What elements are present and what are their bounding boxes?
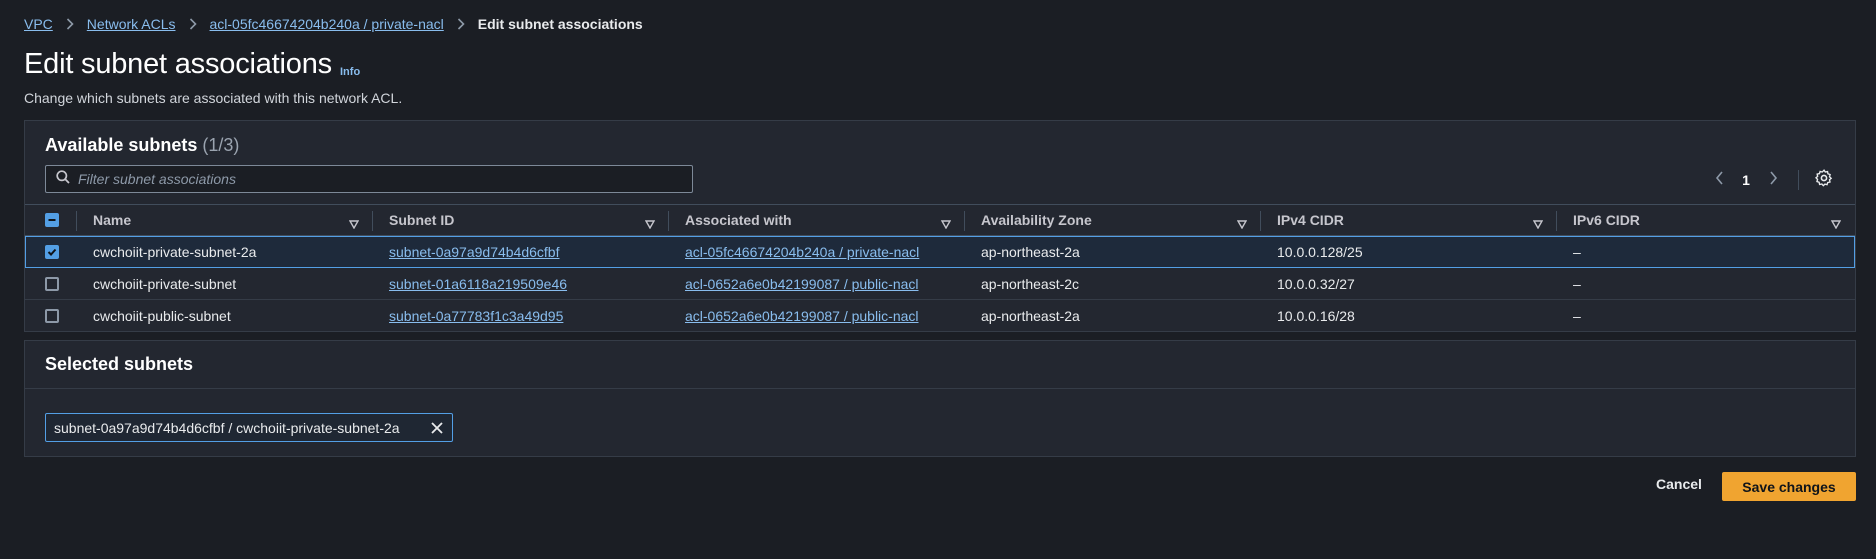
ipv6-cidr: – [1573,308,1581,324]
table-row[interactable]: cwchoiit-private-subnet-2a subnet-0a97a9… [25,236,1855,268]
column-header-label: IPv6 CIDR [1573,212,1640,228]
pagination: 1 [1706,168,1835,192]
row-checkbox[interactable] [45,309,59,323]
cancel-button[interactable]: Cancel [1656,476,1702,492]
filter-subnets-input[interactable] [78,171,692,187]
pager-divider [1798,170,1799,190]
remove-token-button[interactable] [430,421,444,435]
selected-subnet-token: subnet-0a97a9d74b4d6cfbf / cwchoiit-priv… [45,413,453,442]
table-row[interactable]: cwchoiit-public-subnet subnet-0a77783f1c… [25,300,1855,332]
associated-acl-link[interactable]: acl-0652a6e0b42199087 / public-nacl [685,276,919,292]
column-header-associated-with[interactable]: Associated with [669,205,965,235]
save-changes-button[interactable]: Save changes [1722,472,1856,501]
row-select-cell [25,268,77,299]
availability-zone: ap-northeast-2a [981,243,1080,260]
sort-caret-icon [1830,216,1842,232]
breadcrumb-network-acls-link[interactable]: Network ACLs [87,16,176,32]
chevron-right-icon [457,18,465,30]
sort-caret-icon [1236,216,1248,232]
row-select-cell [25,236,77,267]
subnet-id-link[interactable]: subnet-0a77783f1c3a49d95 [389,308,563,324]
info-link[interactable]: Info [340,66,360,78]
breadcrumb-vpc-link[interactable]: VPC [24,16,53,32]
subnet-id-link[interactable]: subnet-01a6118a219509e46 [389,276,567,292]
subnet-name: cwchoiit-private-subnet [93,275,237,292]
column-header-label: Subnet ID [389,212,455,228]
current-page-number[interactable]: 1 [1732,172,1760,188]
column-header-label: Associated with [685,212,792,228]
ipv4-cidr: 10.0.0.32/27 [1277,275,1355,292]
sort-caret-icon [644,216,656,232]
sort-caret-icon [348,216,360,232]
gear-icon [1814,168,1833,192]
column-header-ipv6-cidr[interactable]: IPv6 CIDR [1557,205,1855,235]
column-header-label: Name [93,212,132,228]
subnet-name: cwchoiit-public-subnet [93,308,231,324]
sort-caret-icon [1532,216,1544,232]
breadcrumb-acl-link[interactable]: acl-05fc46674204b240a / private-nacl [210,16,444,32]
chevron-right-icon [189,18,197,30]
column-header-name[interactable]: Name [77,205,373,235]
column-header-label: Availability Zone [981,212,1092,228]
ipv4-cidr: 10.0.0.128/25 [1277,243,1363,260]
row-select-cell [25,300,77,332]
column-header-availability-zone[interactable]: Availability Zone [965,205,1261,235]
column-header-ipv4-cidr[interactable]: IPv4 CIDR [1261,205,1557,235]
preferences-button[interactable] [1813,168,1835,192]
column-header-subnet-id[interactable]: Subnet ID [373,205,669,235]
close-icon [430,422,444,438]
row-checkbox[interactable] [45,244,59,259]
availability-zone: ap-northeast-2c [981,275,1080,292]
breadcrumb: VPC Network ACLs acl-05fc46674204b240a /… [24,16,643,32]
sort-caret-icon [940,216,952,232]
selected-subnets-heading: Selected subnets [45,354,194,374]
associated-acl-link[interactable]: acl-05fc46674204b240a / private-nacl [685,244,919,260]
chevron-right-icon [1769,170,1778,190]
select-all-checkbox[interactable] [45,213,59,227]
row-checkbox[interactable] [45,276,59,291]
column-header-label: IPv4 CIDR [1277,212,1344,228]
associated-acl-link[interactable]: acl-0652a6e0b42199087 / public-nacl [685,308,919,324]
select-all-cell [25,205,77,235]
breadcrumb-current: Edit subnet associations [477,16,643,32]
subnet-name: cwchoiit-private-subnet-2a [93,243,257,260]
ipv6-cidr: – [1573,275,1581,292]
selected-subnets-panel: Selected subnets subnet-0a97a9d74b4d6cfb… [24,340,1856,457]
availability-zone: ap-northeast-2a [981,308,1080,324]
available-subnets-title: Available subnets [45,135,198,155]
page-title: Edit subnet associations [24,48,332,80]
selected-subnet-token-label: subnet-0a97a9d74b4d6cfbf / cwchoiit-priv… [54,419,400,436]
available-subnets-heading: Available subnets (1/3) [45,135,239,156]
search-icon [56,169,70,189]
table-header: Name Subnet ID Associated with Availabil… [25,204,1855,236]
table-row[interactable]: cwchoiit-private-subnet subnet-01a6118a2… [25,268,1855,300]
previous-page-button[interactable] [1706,169,1732,191]
chevron-right-icon [66,18,74,30]
next-page-button[interactable] [1760,169,1786,191]
page-description: Change which subnets are associated with… [24,90,403,106]
subnet-id-link[interactable]: subnet-0a97a9d74b4d6cfbf [389,244,559,260]
ipv4-cidr: 10.0.0.16/28 [1277,308,1355,324]
selected-subnets-header: Selected subnets [25,341,1855,389]
ipv6-cidr: – [1573,243,1581,260]
chevron-left-icon [1715,170,1724,190]
filter-subnets-field[interactable] [45,165,693,193]
available-subnets-count: (1/3) [202,135,240,155]
subnets-table: Name Subnet ID Associated with Availabil… [25,204,1855,332]
available-subnets-panel: Available subnets (1/3) 1 [24,120,1856,332]
